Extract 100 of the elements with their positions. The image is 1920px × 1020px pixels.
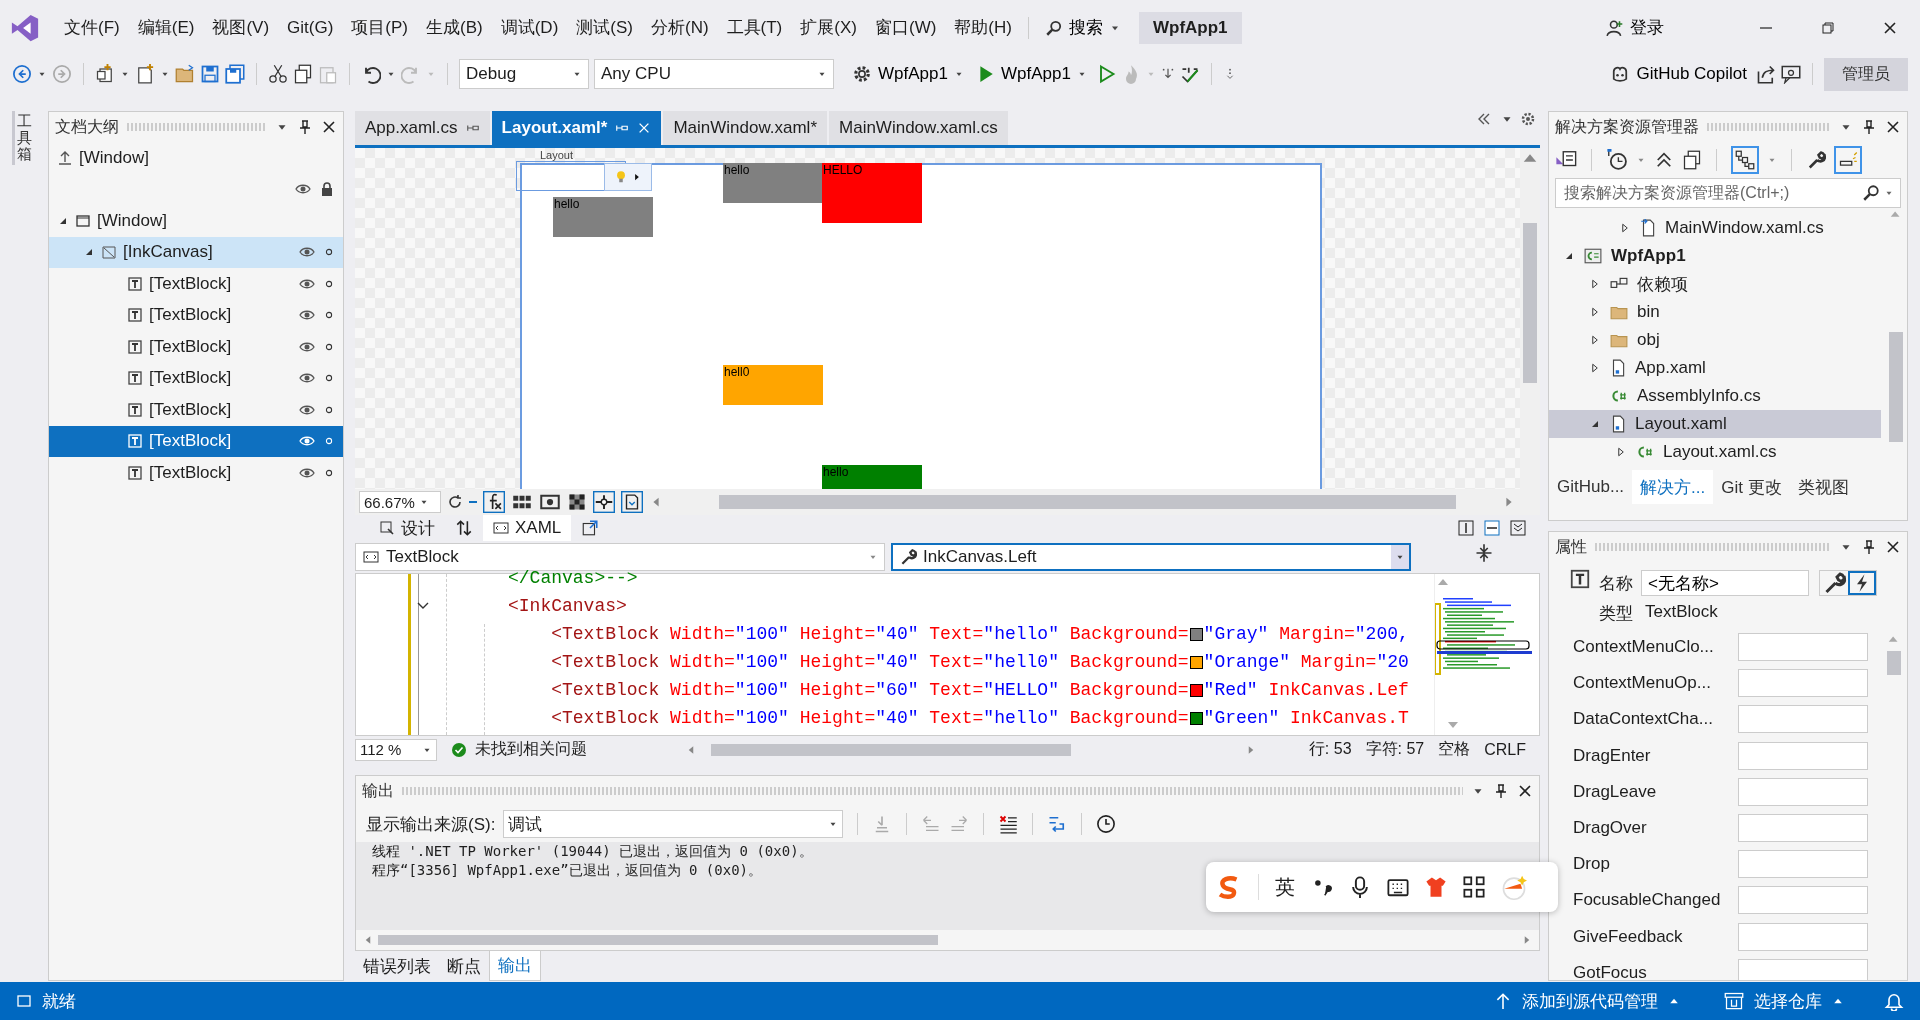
tree-item[interactable]: [Window]: [49, 205, 343, 237]
expander-icon[interactable]: [1589, 334, 1601, 346]
admin-badge[interactable]: 管理员: [1824, 57, 1908, 91]
clock-icon[interactable]: [1096, 814, 1117, 834]
expander-icon[interactable]: [1615, 446, 1627, 458]
tree-item[interactable]: [TextBlock]: [49, 331, 343, 363]
repository-button[interactable]: 选择仓库: [1724, 989, 1844, 1013]
notification-bell-icon[interactable]: [1884, 991, 1904, 1011]
tree-item[interactable]: AssemblyInfo.cs: [1549, 382, 1881, 410]
menu-item[interactable]: 帮助(H): [946, 10, 1020, 45]
tree-item[interactable]: Layout.xaml: [1549, 410, 1881, 438]
tree-item[interactable]: 依赖项: [1549, 270, 1881, 298]
grip-handle[interactable]: [402, 787, 1463, 795]
pin-icon[interactable]: [1493, 783, 1509, 799]
zoom-dropdown[interactable]: 66.67%: [359, 491, 441, 513]
tree-item[interactable]: bin: [1549, 298, 1881, 326]
start-button[interactable]: WpfApp1: [972, 62, 1091, 86]
document-tab[interactable]: MainWindow.xaml.cs: [829, 111, 1008, 145]
popout-icon[interactable]: [581, 519, 600, 537]
cut-icon[interactable]: [268, 64, 288, 84]
preview-toggle[interactable]: [1834, 146, 1862, 174]
microphone-icon[interactable]: [1349, 876, 1371, 898]
tree-item[interactable]: App.xaml: [1549, 354, 1881, 382]
event-field[interactable]: [1738, 669, 1868, 698]
toolbox-tab[interactable]: 工具箱: [12, 111, 32, 165]
language-toggle[interactable]: 英: [1275, 873, 1295, 901]
tree-item[interactable]: [TextBlock]: [49, 362, 343, 394]
app-logo-icon[interactable]: [10, 12, 40, 43]
view-tab[interactable]: XAML: [483, 515, 572, 541]
pin-icon[interactable]: [1861, 119, 1877, 135]
show-hierarchy-toggle[interactable]: [1731, 146, 1759, 174]
configuration-dropdown[interactable]: Debug: [459, 59, 589, 89]
zoom-dropdown[interactable]: 112 %: [355, 738, 437, 761]
back-icon[interactable]: [12, 64, 32, 84]
event-field[interactable]: [1738, 958, 1868, 980]
save-all-icon[interactable]: [225, 64, 245, 84]
copy-icon[interactable]: [293, 64, 313, 84]
document-tab[interactable]: Layout.xaml*: [491, 111, 662, 145]
tree-item[interactable]: [InkCanvas]: [49, 236, 343, 268]
event-field[interactable]: [1738, 814, 1868, 843]
transparency-icon[interactable]: [567, 492, 587, 512]
horizontal-scrollbar[interactable]: [378, 935, 938, 945]
tree-item[interactable]: MainWindow.xaml.cs: [1549, 214, 1881, 242]
grip-handle[interactable]: [127, 123, 267, 131]
expander-icon[interactable]: [1589, 306, 1601, 318]
scope-up-icon[interactable]: [57, 149, 73, 166]
tree-item[interactable]: [TextBlock]: [49, 457, 343, 489]
apps-grid-icon[interactable]: [1463, 876, 1485, 898]
snap-grid-icon[interactable]: [539, 492, 561, 512]
swap-panes-icon[interactable]: [455, 519, 473, 537]
fold-icon[interactable]: [416, 601, 430, 611]
platform-dropdown[interactable]: Any CPU: [594, 59, 834, 89]
collapse-all-icon[interactable]: [1654, 150, 1674, 170]
mascot-icon[interactable]: [1501, 874, 1527, 900]
name-field[interactable]: <无名称>: [1641, 570, 1809, 596]
tree-item[interactable]: obj: [1549, 326, 1881, 354]
menu-item[interactable]: 分析(N): [642, 10, 717, 45]
wrench-icon[interactable]: [1806, 150, 1826, 170]
indent-mode[interactable]: 空格: [1438, 739, 1471, 760]
panel-tab[interactable]: 类视图: [1789, 470, 1857, 504]
menu-item[interactable]: Git(G): [279, 11, 342, 44]
new-file-icon[interactable]: [135, 64, 155, 84]
new-project-icon[interactable]: [95, 64, 115, 84]
copy-windows-icon[interactable]: [1682, 150, 1702, 170]
lock-icon[interactable]: [319, 181, 335, 198]
search-field[interactable]: 搜索解决方案资源管理器(Ctrl+;): [1555, 178, 1901, 208]
tab-overflow-icon[interactable]: [1476, 111, 1492, 127]
scroll-thumb[interactable]: [1887, 651, 1901, 675]
line-ending[interactable]: CRLF: [1484, 740, 1526, 759]
source-control-button[interactable]: 添加到源代码管理: [1494, 989, 1680, 1013]
panel-tab[interactable]: 解决方...: [1632, 470, 1714, 504]
view-tab[interactable]: 设计: [369, 515, 445, 541]
settings-icon[interactable]: [1520, 111, 1536, 127]
tree-item[interactable]: [TextBlock]: [49, 268, 343, 300]
event-field[interactable]: [1738, 705, 1868, 734]
grip-handle[interactable]: [1595, 543, 1831, 551]
scroll-thumb[interactable]: [1889, 332, 1903, 442]
menu-item[interactable]: 测试(S): [568, 10, 641, 45]
copilot-button[interactable]: GitHub Copilot: [1606, 62, 1751, 86]
feedback-icon[interactable]: [1781, 64, 1801, 84]
event-field[interactable]: [1738, 633, 1868, 662]
output-source-dropdown[interactable]: 调试: [503, 810, 844, 838]
history-icon[interactable]: [1606, 149, 1628, 171]
document-tab[interactable]: MainWindow.xaml*: [663, 111, 827, 145]
split-handle-icon[interactable]: [1474, 543, 1494, 563]
function-icon[interactable]: [483, 491, 505, 513]
menu-item[interactable]: 生成(B): [418, 10, 491, 45]
document-tab[interactable]: App.xaml.cs: [355, 111, 490, 145]
menu-item[interactable]: 扩展(X): [792, 10, 865, 45]
event-field[interactable]: [1738, 741, 1868, 770]
horizontal-scrollbar[interactable]: [711, 743, 1071, 756]
panel-tab[interactable]: 断点: [439, 951, 489, 981]
close-icon[interactable]: [1517, 783, 1533, 799]
skin-shirt-icon[interactable]: [1425, 876, 1447, 898]
snap-lines-icon[interactable]: [593, 491, 615, 513]
keyboard-icon[interactable]: [1387, 876, 1409, 898]
element-dropdown[interactable]: TextBlock: [355, 543, 885, 571]
close-icon[interactable]: [1885, 539, 1901, 555]
grip-handle[interactable]: [1707, 123, 1831, 131]
member-dropdown[interactable]: InkCanvas.Left: [891, 543, 1411, 571]
